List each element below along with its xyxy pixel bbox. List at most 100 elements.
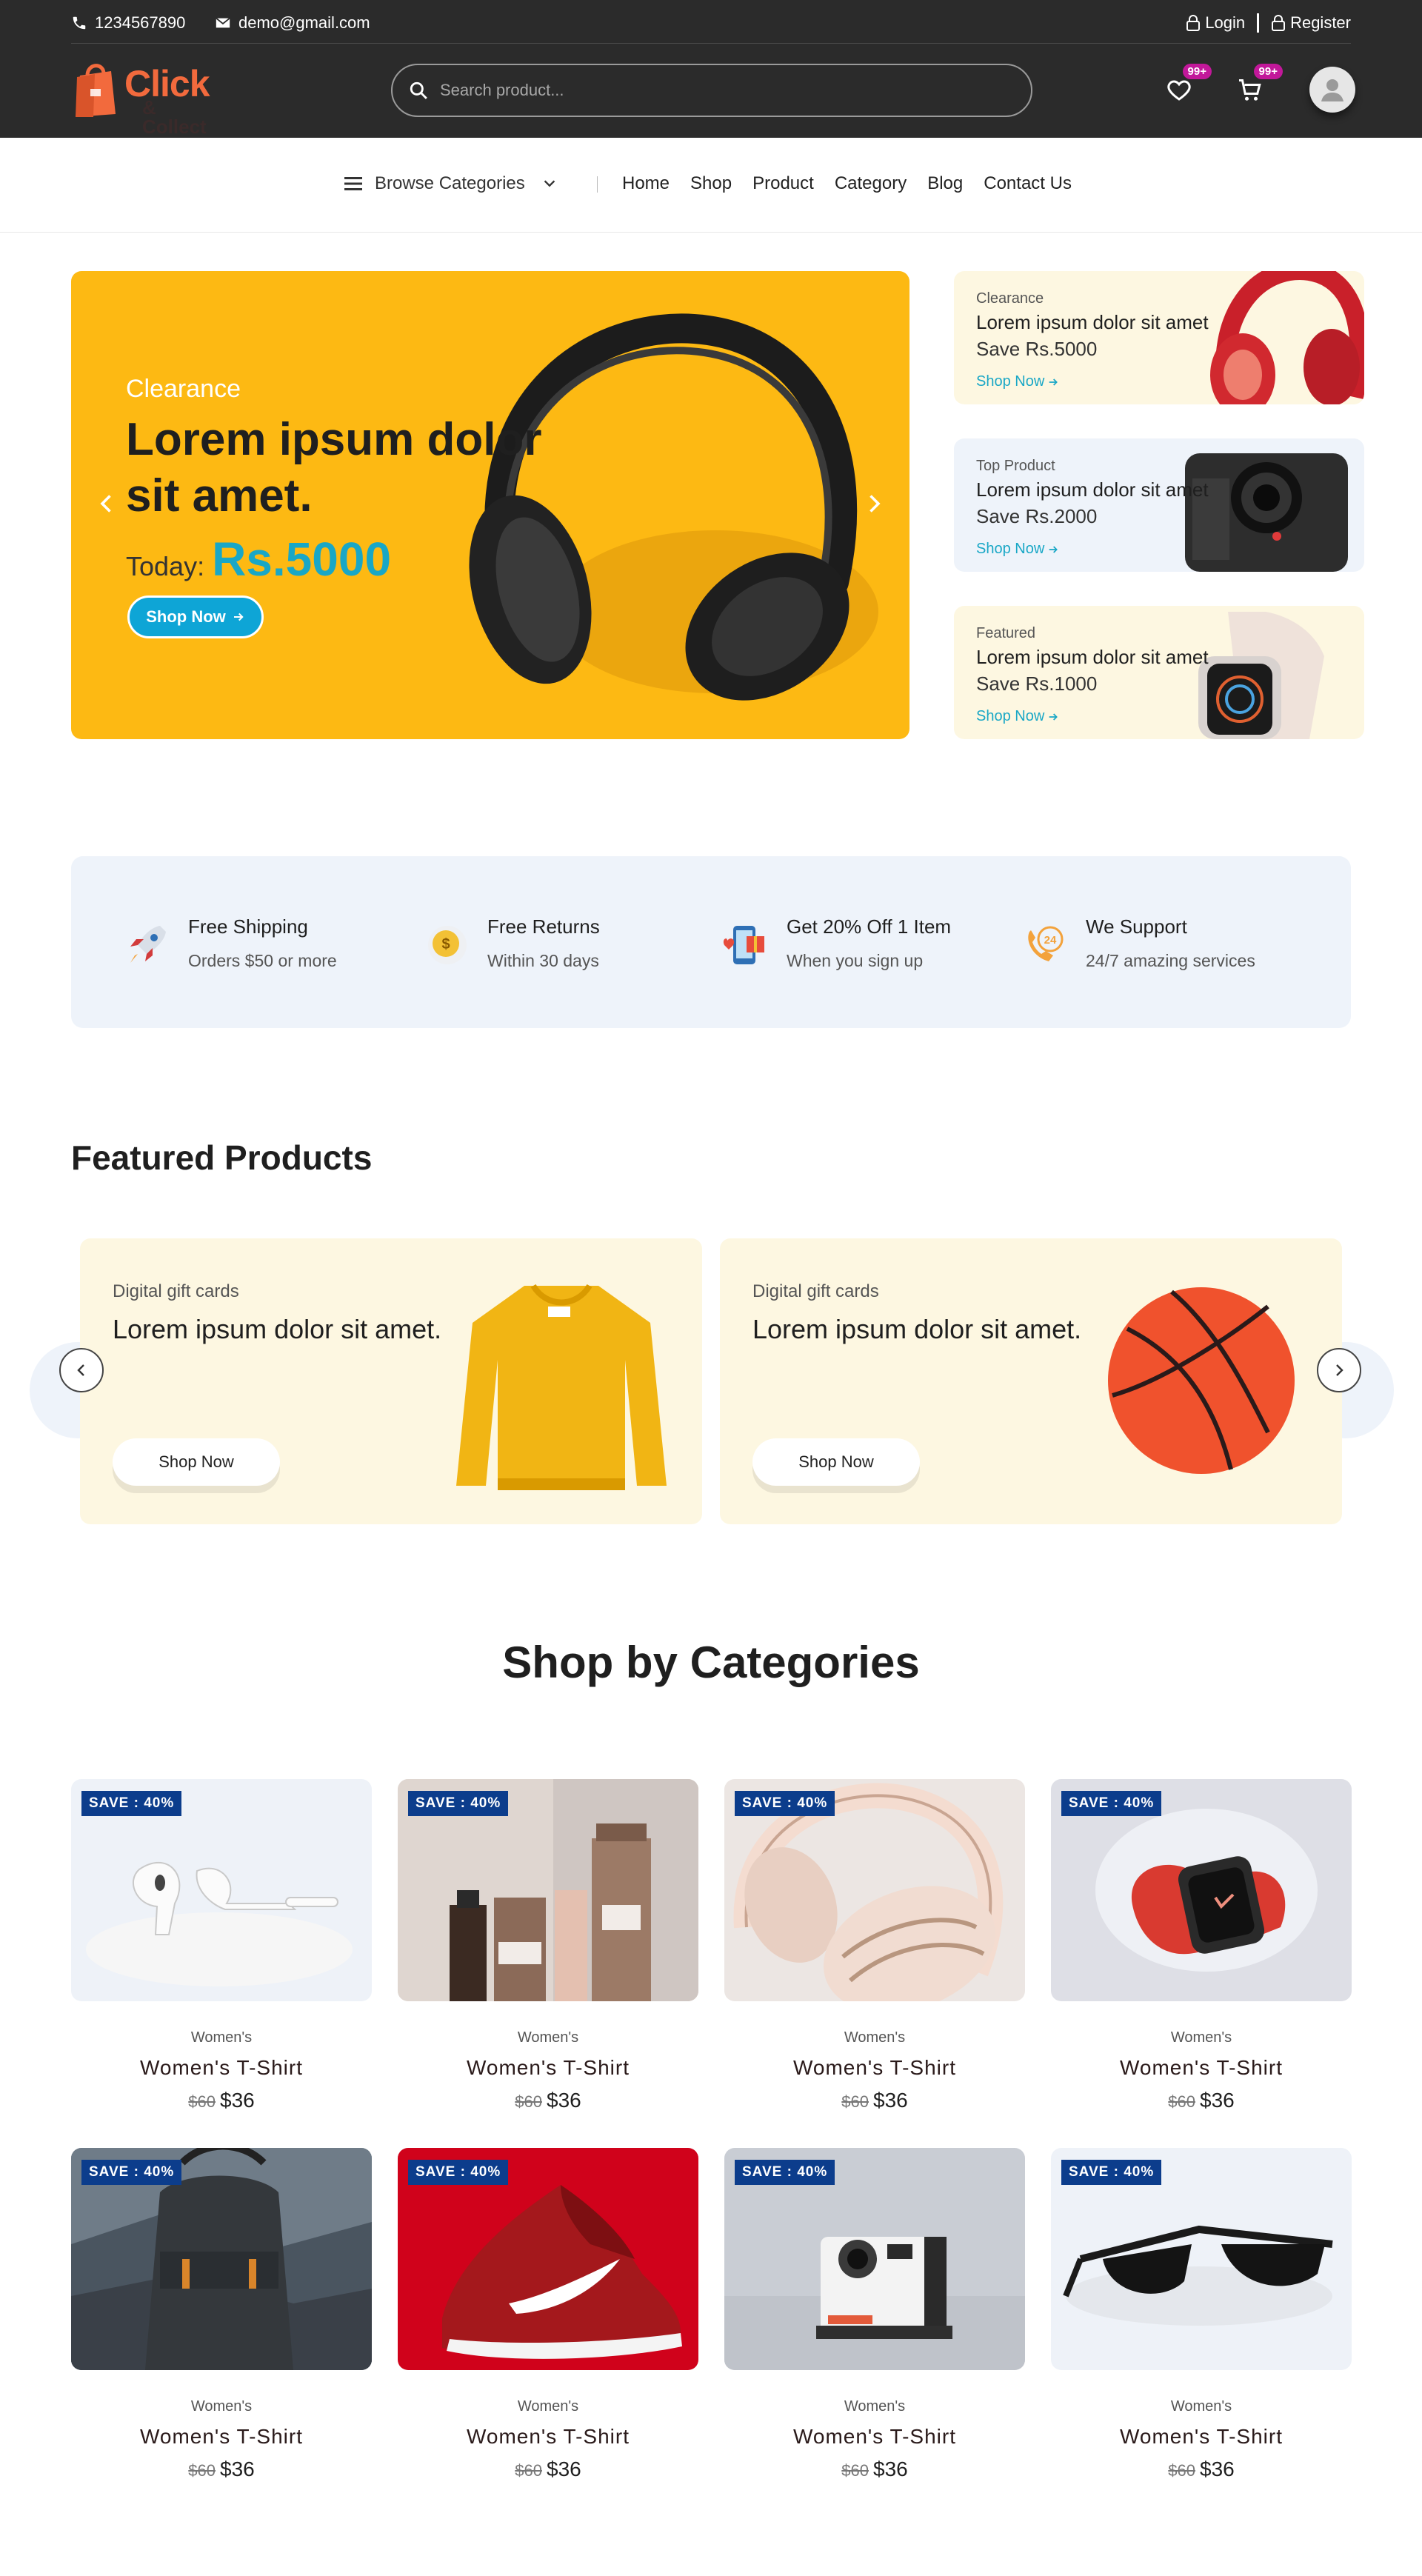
product-card[interactable]: SAVE : 40% Women's Women's T-Shirt $60 $3… xyxy=(1051,2148,1352,2480)
svg-text:$: $ xyxy=(441,936,450,952)
product-name[interactable]: Women's T-Shirt xyxy=(724,2056,1025,2080)
login-link[interactable]: Login xyxy=(1186,13,1245,33)
svg-text:24: 24 xyxy=(1044,934,1057,947)
search-input[interactable] xyxy=(440,81,1003,100)
product-current-price: $36 xyxy=(547,2457,581,2480)
register-label: Register xyxy=(1290,13,1351,32)
product-name[interactable]: Women's T-Shirt xyxy=(724,2425,1025,2449)
featured-shop-now-button[interactable]: Shop Now xyxy=(752,1438,920,1486)
search-bar[interactable] xyxy=(391,64,1032,117)
user-avatar[interactable] xyxy=(1309,67,1355,113)
sweater-image xyxy=(456,1284,667,1490)
side-card-title: Lorem ipsum dolor sit amet xyxy=(976,646,1209,668)
product-card[interactable]: SAVE : 40% Women's Women's T-Shirt $60 $3… xyxy=(71,1779,372,2112)
login-label: Login xyxy=(1205,13,1246,32)
product-card[interactable]: SAVE : 40% Women's Women's T-Shirt $60 $3… xyxy=(398,1779,698,2112)
cart-icon xyxy=(1239,79,1261,101)
product-card[interactable]: SAVE : 40% Women's Women's T-Shirt $60 $3… xyxy=(1051,1779,1352,2112)
product-category: Women's xyxy=(1170,2029,1232,2046)
carousel-prev-button[interactable] xyxy=(59,1348,104,1392)
save-tag: SAVE : 40% xyxy=(735,1791,835,1816)
product-name[interactable]: Women's T-Shirt xyxy=(1051,2425,1352,2449)
side-promo-card[interactable]: Featured Lorem ipsum dolor sit amet Save… xyxy=(954,606,1364,739)
product-name[interactable]: Women's T-Shirt xyxy=(71,2056,372,2080)
support-24-icon: 24 xyxy=(1028,926,1064,961)
product-old-price: $60 xyxy=(515,2092,542,2111)
featured-shop-now-button[interactable]: Shop Now xyxy=(113,1438,280,1486)
auth-links: Login Register xyxy=(1186,12,1351,34)
product-category: Women's xyxy=(844,2029,906,2046)
wishlist-button[interactable]: 99+ xyxy=(1157,64,1212,113)
action-camera-image xyxy=(1185,453,1348,572)
product-name[interactable]: Women's T-Shirt xyxy=(1051,2056,1352,2080)
nav-contact-us[interactable]: Contact Us xyxy=(984,173,1072,194)
logo-sub-text: & Collect xyxy=(142,96,207,138)
register-link[interactable]: Register xyxy=(1271,13,1351,33)
product-card[interactable]: SAVE : 40% Women's Women's T-Shirt $60 $3… xyxy=(724,1779,1025,2112)
phone-contact[interactable]: 1234567890 xyxy=(71,12,185,34)
nav-shop[interactable]: Shop xyxy=(690,173,732,194)
side-card-save: Save Rs.1000 xyxy=(976,673,1098,695)
auth-divider xyxy=(1257,13,1260,33)
lock-icon xyxy=(1272,15,1286,31)
hero-shop-now-button[interactable]: Shop Now xyxy=(127,595,264,638)
featured-card-label: Digital gift cards xyxy=(113,1281,239,1301)
hero-price: Rs.5000 xyxy=(212,533,392,586)
side-promo-card[interactable]: Top Product Lorem ipsum dolor sit amet S… xyxy=(954,438,1364,572)
product-current-price: $36 xyxy=(220,2089,255,2112)
product-card[interactable]: SAVE : 40% Women's Women's T-Shirt $60 $3… xyxy=(71,2148,372,2480)
email-contact[interactable]: demo@gmail.com xyxy=(215,12,370,34)
product-category: Women's xyxy=(517,2029,579,2046)
side-promo-card[interactable]: Clearance Lorem ipsum dolor sit amet Sav… xyxy=(954,271,1364,404)
product-old-price: $60 xyxy=(188,2461,216,2480)
product-card[interactable]: SAVE : 40% Women's Women's T-Shirt $60 $3… xyxy=(724,2148,1025,2480)
product-current-price: $36 xyxy=(547,2089,581,2112)
side-card-shop-now-link[interactable]: Shop Now xyxy=(976,541,1059,558)
side-card-title: Lorem ipsum dolor sit amet xyxy=(976,478,1209,501)
nav-category[interactable]: Category xyxy=(835,173,907,194)
product-image: SAVE : 40% xyxy=(1051,2148,1352,2370)
product-price: $60 $36 xyxy=(71,2089,372,2112)
user-icon xyxy=(1321,79,1343,101)
product-price: $60 $36 xyxy=(1051,2457,1352,2481)
arrow-right-icon xyxy=(1049,378,1058,386)
chevron-right-icon[interactable] xyxy=(861,490,887,517)
side-card-shop-now-link[interactable]: Shop Now xyxy=(976,373,1059,390)
product-name[interactable]: Women's T-Shirt xyxy=(398,2425,698,2449)
featured-products-title: Featured Products xyxy=(71,1138,373,1177)
phone-gift-icon xyxy=(723,926,764,964)
product-card[interactable]: SAVE : 40% Women's Women's T-Shirt $60 $3… xyxy=(398,2148,698,2480)
coin-icon: $ xyxy=(428,926,467,964)
side-card-save: Save Rs.5000 xyxy=(976,338,1098,360)
side-card-title: Lorem ipsum dolor sit amet xyxy=(976,311,1209,333)
brand-logo[interactable]: Click & Collect xyxy=(71,55,219,136)
product-current-price: $36 xyxy=(220,2457,255,2480)
chevron-down-icon xyxy=(544,180,555,187)
hero-price-line: Today: Rs.5000 xyxy=(126,532,391,587)
side-card-label: Featured xyxy=(976,625,1036,641)
featured-product-card[interactable]: Digital gift cards Lorem ipsum dolor sit… xyxy=(720,1238,1342,1524)
mail-icon xyxy=(216,17,230,28)
nav-home[interactable]: Home xyxy=(622,173,670,194)
heart-icon xyxy=(1167,80,1191,101)
carousel-next-button[interactable] xyxy=(1317,1348,1361,1392)
nav-product[interactable]: Product xyxy=(752,173,814,194)
chevron-left-icon[interactable] xyxy=(93,490,120,517)
side-card-shop-now-link[interactable]: Shop Now xyxy=(976,708,1059,725)
cart-button[interactable]: 99+ xyxy=(1228,64,1283,113)
shop-by-categories-title: Shop by Categories xyxy=(502,1638,920,1687)
product-image: SAVE : 40% xyxy=(71,1779,372,2001)
nav-menu: Home Shop Product Category Blog Contact … xyxy=(622,173,1072,194)
product-old-price: $60 xyxy=(1168,2092,1195,2111)
nav-blog[interactable]: Blog xyxy=(927,173,963,194)
product-category: Women's xyxy=(190,2398,253,2415)
hero-title: Lorem ipsum dolor sit amet. xyxy=(126,414,542,521)
feature-title: Free Shipping xyxy=(188,915,308,938)
product-category: Women's xyxy=(190,2029,253,2046)
featured-product-card[interactable]: Digital gift cards Lorem ipsum dolor sit… xyxy=(80,1238,702,1524)
product-name[interactable]: Women's T-Shirt xyxy=(398,2056,698,2080)
browse-categories-dropdown[interactable]: Browse Categories xyxy=(342,169,558,198)
feature-subtitle: Within 30 days xyxy=(487,951,599,970)
feature-title: Get 20% Off 1 Item xyxy=(787,915,952,938)
product-name[interactable]: Women's T-Shirt xyxy=(71,2425,372,2449)
